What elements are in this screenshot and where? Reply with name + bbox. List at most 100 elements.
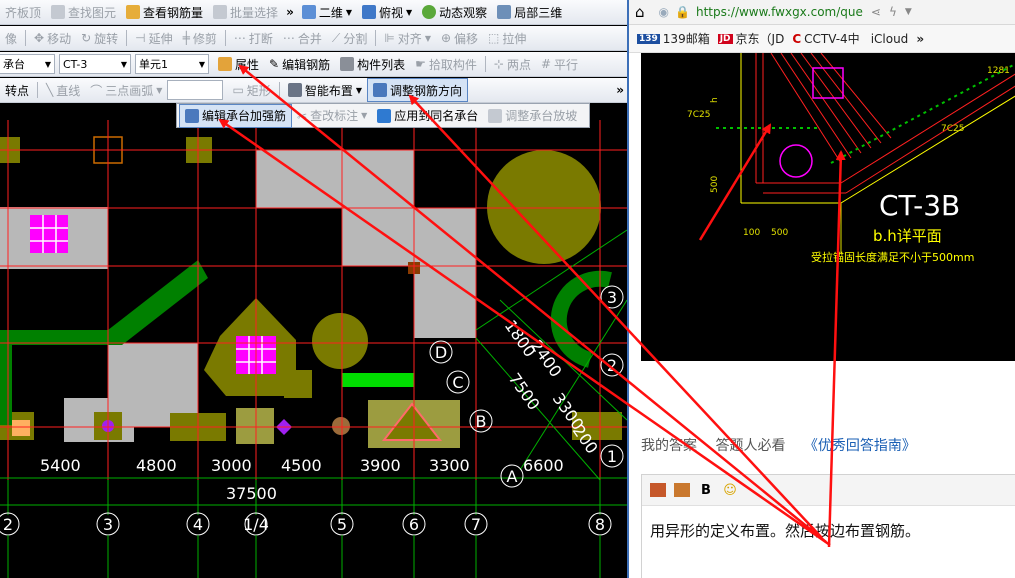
tab-must-read[interactable]: 答题人必看: [715, 438, 785, 454]
edit-annotation-dropdown[interactable]: ✂ 查改标注 ▼: [292, 105, 372, 127]
adjust-rebar-direction-label: 调整钢筋方向: [389, 83, 462, 98]
address-bar: ⌂ ◉ 🔒 https://www.fwxgx.com/que ⋖ ϟ ▼: [629, 0, 1015, 25]
pile-cap-block[interactable]: [284, 370, 312, 398]
chevron-down-icon[interactable]: ▼: [905, 7, 912, 17]
toolbar-overflow-chevron[interactable]: »: [613, 83, 627, 97]
smart-layout-popup: 编辑承台加强筋 ✂ 查改标注 ▼ 应用到同名承台 调整承台放坡: [176, 103, 590, 128]
cad-dim-label: 500: [710, 176, 720, 193]
pile-cap-block[interactable]: [256, 150, 414, 208]
offset-button[interactable]: ⊕ 偏移: [436, 27, 483, 49]
bookmark-cctv[interactable]: C CCTV-4中: [792, 30, 859, 47]
align-label: 对齐: [397, 31, 422, 46]
url-field[interactable]: https://www.fwxgx.com/que: [696, 5, 863, 19]
three-point-arc-button[interactable]: ⌒ 三点画弧 ▼: [85, 79, 167, 101]
round-pile-cap[interactable]: [487, 150, 601, 264]
element-list-button[interactable]: 构件列表: [335, 53, 410, 75]
stretch-label: 拉伸: [502, 31, 527, 46]
toolbar-overflow-chevron[interactable]: »: [283, 5, 297, 19]
align-slab-top-button[interactable]: 齐板顶: [0, 1, 46, 23]
line-button[interactable]: ╲ 直线: [41, 79, 85, 101]
total-dimension-label: 37500: [226, 484, 277, 503]
move-button[interactable]: ✥ 移动: [29, 27, 76, 49]
element-type-select[interactable]: 承台 ▼: [0, 54, 55, 74]
break-icon: ⋯: [233, 31, 246, 45]
rotate-icon: ↻: [81, 31, 92, 45]
green-beam[interactable]: [0, 260, 208, 345]
diagonal-dimension-label: 7500: [505, 369, 544, 413]
tab-answer-guide[interactable]: 《优秀回答指南》: [804, 438, 916, 454]
home-icon[interactable]: ⌂: [635, 3, 645, 21]
emoji-icon[interactable]: ☺: [722, 483, 738, 498]
select-icon: [213, 5, 228, 19]
rotate-label: 旋转: [94, 31, 119, 46]
element-name-select[interactable]: CT-3 ▼: [59, 54, 131, 74]
rectangle-button[interactable]: ▭ 矩形: [227, 79, 275, 101]
green-beam[interactable]: [0, 345, 12, 425]
view-2d-dropdown[interactable]: 二维 ▼: [297, 1, 357, 23]
rotate-button[interactable]: ↻ 旋转: [76, 27, 123, 49]
chevron-down-icon: ▼: [156, 85, 163, 95]
tab-my-answer[interactable]: 我的答案: [641, 438, 697, 454]
round-pile-cap[interactable]: [312, 313, 368, 369]
share-icon[interactable]: ⋖: [871, 5, 881, 19]
jd-logo-icon: JD: [717, 33, 733, 44]
green-beam[interactable]: [342, 373, 414, 387]
adjust-cap-slope-button[interactable]: 调整承台放坡: [483, 105, 582, 127]
turn-point-button[interactable]: 转点: [0, 79, 34, 101]
pile-cap-block[interactable]: [236, 408, 274, 444]
pile-cap-block[interactable]: [342, 208, 414, 266]
view-rebar-quantity-button[interactable]: 查看钢筋量: [121, 1, 208, 23]
local-3d-button[interactable]: 局部三维: [492, 1, 567, 23]
merge-button[interactable]: ⋯ 合并: [278, 27, 327, 49]
bold-button[interactable]: B: [698, 483, 714, 498]
pile-group[interactable]: [12, 420, 30, 436]
split-button[interactable]: ⟋ 分割: [327, 27, 372, 49]
lightning-icon[interactable]: ϟ: [889, 5, 897, 19]
rectangle-label: 矩形: [246, 83, 271, 98]
shape-input[interactable]: [167, 80, 224, 100]
adjust-rebar-direction-button[interactable]: 调整钢筋方向: [366, 78, 468, 102]
bookmark-icloud[interactable]: iCloud: [868, 32, 909, 46]
gallery-icon[interactable]: [674, 483, 690, 497]
edit-rebar-button[interactable]: ✎ 编辑钢筋: [264, 53, 335, 75]
break-button[interactable]: ⋯ 打断: [229, 27, 278, 49]
trim-button[interactable]: ╪ 修剪: [178, 27, 222, 49]
parallel-button[interactable]: # 平行: [536, 53, 583, 75]
move-label: 移动: [47, 31, 72, 46]
edit-cap-reinforcement-button[interactable]: 编辑承台加强筋: [179, 103, 293, 128]
image-icon[interactable]: [650, 483, 666, 497]
bookmark-jd[interactable]: JD 京东（JD: [717, 30, 784, 47]
orbit-icon: [422, 5, 437, 19]
trim-label: 修剪: [192, 31, 217, 46]
dynamic-observe-button[interactable]: 动态观察: [417, 1, 492, 23]
pile-cap-block[interactable]: [414, 208, 476, 338]
bookmark-139mail[interactable]: 139 139邮箱: [637, 30, 710, 47]
align-dropdown[interactable]: ⊫ 对齐 ▼: [379, 27, 436, 49]
apply-same-cap-button[interactable]: 应用到同名承台: [372, 105, 483, 127]
cad-dim-label: 500: [771, 228, 788, 238]
2d-view-icon: [301, 5, 316, 19]
unit-select[interactable]: 单元1 ▼: [135, 54, 209, 74]
bookmarks-overflow-chevron[interactable]: »: [916, 32, 924, 46]
bookmark-label: iCloud: [870, 31, 909, 46]
answer-textarea[interactable]: 用异形的定义布置。然后按边布置钢筋。: [642, 506, 1015, 555]
pile-group[interactable]: [30, 215, 68, 253]
separator: [278, 82, 280, 98]
extend-icon: ⊣: [135, 31, 146, 45]
batch-select-button[interactable]: 批量选择: [208, 1, 283, 23]
drawing-canvas[interactable]: 5400 4800 3000 4500 3900 3300 6600 37500…: [0, 104, 627, 578]
view-top-dropdown[interactable]: 俯视 ▼: [357, 1, 417, 23]
properties-button[interactable]: 属性: [213, 53, 264, 75]
find-element-button[interactable]: 查找图元: [46, 1, 121, 23]
smart-layout-dropdown[interactable]: 智能布置 ▼: [283, 79, 367, 101]
stretch-button[interactable]: ⬚ 拉伸: [483, 27, 531, 49]
two-points-button[interactable]: ⊹ 两点: [489, 53, 536, 75]
pick-element-button[interactable]: ☛ 拾取构件: [410, 53, 482, 75]
toolbar-row-4: 转点 ╲ 直线 ⌒ 三点画弧 ▼ ▭ 矩形 智能布置 ▼ 调整钢筋方向 »: [0, 78, 627, 103]
mirror-button[interactable]: 像: [0, 27, 22, 49]
answer-editor: B ☺ 用异形的定义布置。然后按边布置钢筋。: [641, 474, 1015, 578]
merge-label: 合并: [297, 31, 322, 46]
round-pile[interactable]: [332, 417, 350, 435]
brush-icon: [377, 108, 392, 123]
extend-button[interactable]: ⊣ 延伸: [130, 27, 177, 49]
